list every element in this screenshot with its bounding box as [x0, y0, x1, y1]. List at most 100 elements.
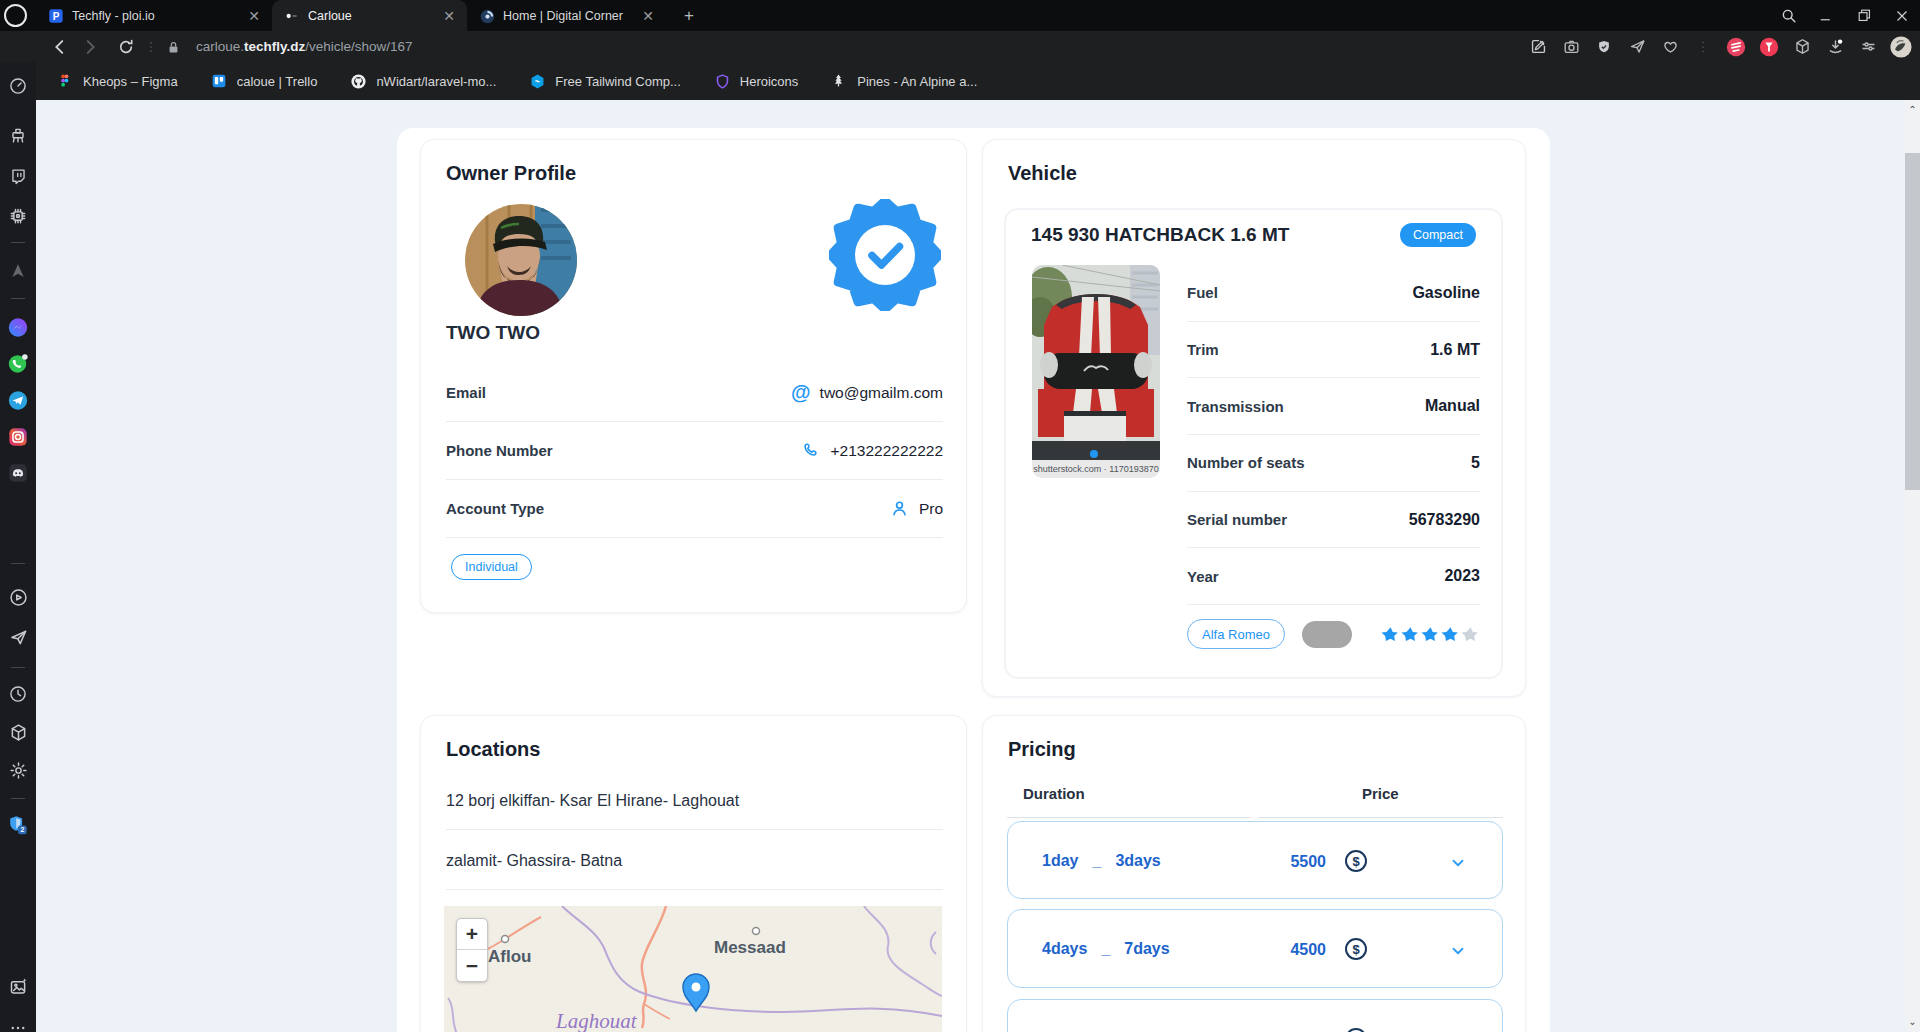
sidebar-play-circle-icon[interactable] — [7, 586, 29, 608]
brand-badge[interactable]: Alfa Romeo — [1187, 619, 1285, 649]
sidebar-image-gen-icon[interactable] — [7, 975, 29, 997]
ploi-favicon-icon: P — [48, 8, 64, 24]
column-header-price: Price — [1362, 785, 1399, 802]
tab-close-icon[interactable]: ✕ — [441, 8, 457, 24]
pricing-row[interactable]: $ — [1007, 999, 1503, 1032]
vehicle-title: Vehicle — [1008, 162, 1077, 185]
reload-icon[interactable] — [113, 34, 139, 60]
sidebar-messenger-icon[interactable] — [7, 316, 29, 338]
spec-row: Fuel Gasoline — [1187, 265, 1480, 322]
pin-edit-icon[interactable] — [1527, 36, 1549, 58]
url-field[interactable]: carloue.techfly.dz/vehicle/show/167 — [196, 31, 413, 62]
bookmark-item[interactable]: caloue | Trello — [211, 73, 318, 90]
forward-icon[interactable] — [77, 34, 103, 60]
browser-tab[interactable]: Carloue ✕ — [272, 0, 467, 31]
browser-tab[interactable]: Home | Digital Corner ✕ — [467, 0, 666, 31]
spec-value: 56783290 — [1409, 511, 1480, 529]
map[interactable]: Aflou Messaad Laghouat + − — [444, 906, 942, 1032]
sidebar-telegram-icon[interactable] — [7, 389, 29, 411]
individual-badge[interactable]: Individual — [451, 554, 532, 580]
pricing-row[interactable]: 1day_3days 5500 $ — [1007, 821, 1503, 899]
close-icon[interactable] — [1892, 6, 1912, 26]
minimize-icon[interactable] — [1816, 6, 1836, 26]
tab-close-icon[interactable]: ✕ — [246, 8, 262, 24]
scroll-down-icon[interactable]: ⌄ — [1906, 1015, 1919, 1028]
vehicle-rating-row: Alfa Romeo — [1187, 619, 1480, 649]
duration-range: 1day_3days — [1042, 852, 1161, 870]
download-icon[interactable] — [1824, 36, 1846, 58]
spec-label: Trim — [1187, 341, 1219, 358]
sidebar-discord-icon[interactable] — [7, 462, 29, 484]
profile-avatar-icon[interactable] — [1890, 36, 1912, 58]
send-plane-icon[interactable] — [1626, 36, 1648, 58]
chevron-down-icon[interactable] — [1449, 942, 1467, 960]
restore-icon[interactable] — [1854, 6, 1874, 26]
vehicle-card: Vehicle 145 930 HATCHBACK 1.6 MT Compact — [982, 139, 1526, 697]
sidebar-divider — [11, 798, 25, 799]
extension-cube-icon[interactable] — [1791, 36, 1813, 58]
verified-badge-icon — [829, 199, 941, 311]
dots-separator-icon[interactable] — [1692, 36, 1714, 58]
sidebar-whatsapp-icon[interactable] — [7, 352, 29, 374]
scrollbar-thumb[interactable] — [1905, 153, 1920, 490]
bookmark-item[interactable]: nWidart/laravel-mo... — [350, 73, 496, 90]
browser-tab[interactable]: P Techfly - ploi.io ✕ — [36, 0, 272, 31]
sidebar-shield-2-icon[interactable]: 2 — [7, 814, 29, 836]
sidebar-more-horizontal-icon[interactable] — [7, 1017, 29, 1032]
search-icon[interactable] — [1778, 6, 1798, 26]
column-header-duration: Duration — [1023, 785, 1085, 802]
back-icon[interactable] — [47, 34, 73, 60]
map-label: Messaad — [714, 938, 786, 957]
spec-row: Serial number 56783290 — [1187, 492, 1480, 549]
map-label: Aflou — [488, 947, 531, 966]
sidebar-cube3d-icon[interactable] — [7, 721, 29, 743]
sidebar-chip-icon[interactable] — [7, 205, 29, 227]
pricing-row[interactable]: 4days_7days 4500 $ — [1007, 909, 1503, 988]
address-item: zalamit- Ghassira- Batna — [446, 852, 943, 870]
bookmark-item[interactable]: Kheops – Figma — [57, 73, 178, 90]
heart-icon[interactable] — [1659, 36, 1681, 58]
spec-label: Serial number — [1187, 511, 1287, 528]
bookmark-item[interactable]: Pines - An Alpine a... — [831, 73, 977, 90]
star-filled-icon — [1421, 625, 1440, 644]
sidebar-gauge-icon[interactable] — [7, 75, 29, 97]
vehicle-photo[interactable]: shutterstock.com · 1170193870 — [1032, 265, 1160, 478]
sidebar-clock-icon[interactable] — [7, 683, 29, 705]
sidebar-arrow-logo-icon[interactable] — [7, 260, 29, 282]
sidebar-divider — [11, 242, 25, 243]
spec-row: Year 2023 — [1187, 548, 1480, 605]
scroll-up-icon[interactable]: ⌃ — [1906, 103, 1919, 116]
scrollbar[interactable]: ⌃ ⌄ — [1905, 100, 1920, 1032]
spec-row: Trim 1.6 MT — [1187, 322, 1480, 379]
bookmark-item[interactable]: Free Tailwind Comp... — [529, 73, 680, 90]
lock-icon[interactable] — [160, 34, 186, 60]
owner-field-row: Phone Number +213222222222 — [446, 422, 943, 480]
toolbar-right-icons — [1527, 31, 1912, 62]
spec-value: Gasoline — [1412, 284, 1480, 302]
map-zoom-out-button[interactable]: − — [457, 950, 487, 981]
bookmark-item[interactable]: Heroicons — [714, 73, 799, 90]
sidebar-twitch-icon[interactable] — [7, 165, 29, 187]
field-value: Pro — [889, 498, 943, 519]
vehicle-category-badge[interactable]: Compact — [1400, 223, 1476, 247]
new-tab-button[interactable]: + — [678, 5, 700, 27]
shield-check-icon[interactable] — [1593, 36, 1615, 58]
opera-logo-icon[interactable] — [4, 4, 27, 27]
snapshot-camera-icon[interactable] — [1560, 36, 1582, 58]
spec-label: Transmission — [1187, 398, 1284, 415]
chevron-down-icon[interactable] — [1449, 854, 1467, 872]
panel-tuner-icon[interactable] — [1857, 36, 1879, 58]
spec-row: Transmission Manual — [1187, 378, 1480, 435]
red-badge-mark-icon[interactable] — [1758, 36, 1780, 58]
star-filled-icon — [1441, 625, 1460, 644]
tab-close-icon[interactable]: ✕ — [640, 8, 656, 24]
sidebar-broom-icon[interactable] — [7, 125, 29, 147]
sidebar-instagram-icon[interactable] — [7, 426, 29, 448]
red-badge-stripes-icon[interactable] — [1725, 36, 1747, 58]
browser-sidebar: 2 — [0, 62, 36, 1032]
bookmark-label: Pines - An Alpine a... — [857, 74, 977, 89]
sidebar-gear-icon[interactable] — [7, 759, 29, 781]
field-label: Email — [446, 384, 486, 401]
map-zoom-in-button[interactable]: + — [457, 919, 487, 950]
sidebar-paper-plane-icon[interactable] — [7, 626, 29, 648]
